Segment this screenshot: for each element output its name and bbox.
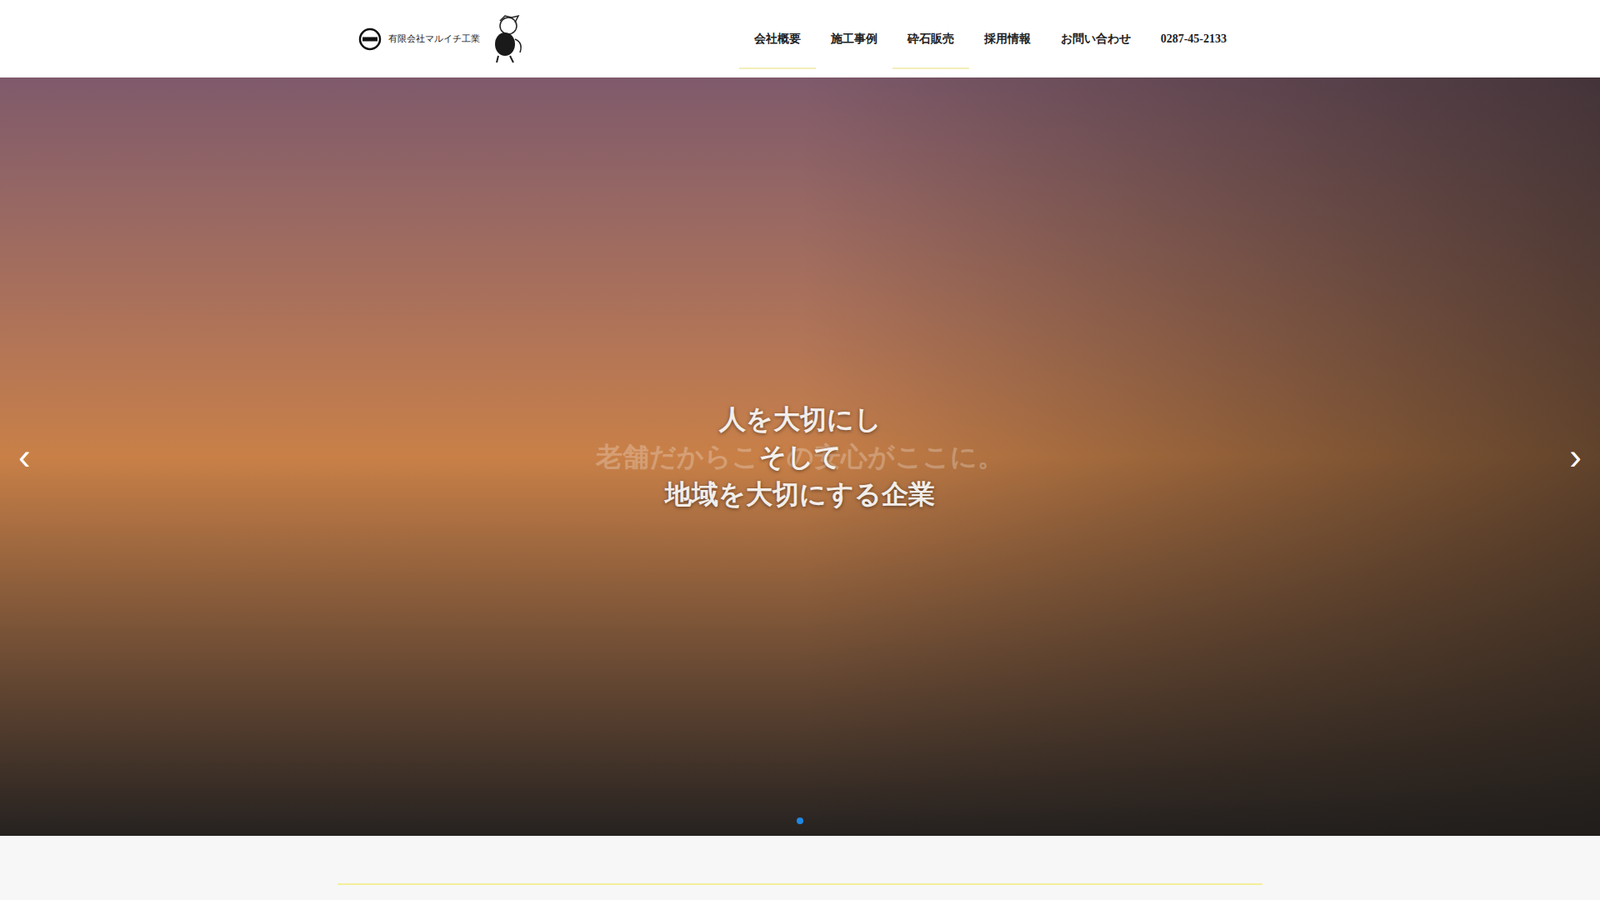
intro-section — [0, 835, 1600, 885]
hero-captions: 老舗だからこその安心がここに。人を大切にしそして地域を大切にする企業 — [0, 77, 1600, 836]
company-mark-icon — [358, 27, 382, 51]
nav-item[interactable]: 砕石販売 — [892, 10, 970, 70]
logo[interactable]: 有限会社マルイチ工業 — [358, 14, 527, 65]
nav-item[interactable]: お問い合わせ — [1045, 10, 1146, 70]
hero-slider: 老舗だからこその安心がここに。人を大切にしそして地域を大切にする企業‹ › — [0, 77, 1600, 836]
hero-line: そして — [759, 438, 842, 476]
site-header: 有限会社マルイチ工業 会社概要施工事例砕石販売採用情報お問い合わせ0287-45-… — [0, 0, 1600, 78]
page: 有限会社マルイチ工業 会社概要施工事例砕石販売採用情報お問い合わせ0287-45-… — [0, 0, 1600, 900]
hero-line: 人を大切にし — [719, 400, 882, 439]
prev-arrow[interactable]: ‹ — [11, 438, 38, 475]
hero-line: 地域を大切にする企業 — [665, 475, 935, 514]
mascot-icon — [486, 14, 527, 65]
nav-item[interactable]: 採用情報 — [969, 10, 1046, 70]
slider-dots — [0, 817, 1600, 825]
nav-item[interactable]: 0287-45-2133 — [1145, 10, 1242, 70]
slider-dot[interactable] — [796, 817, 804, 825]
logo-text: 有限会社マルイチ工業 — [388, 31, 480, 46]
nav-item[interactable]: 施工事例 — [815, 10, 893, 70]
divider-line — [337, 883, 1263, 885]
nav-item[interactable]: 会社概要 — [739, 10, 816, 70]
main-nav: 会社概要施工事例砕石販売採用情報お問い合わせ0287-45-2133 — [739, 0, 1242, 78]
next-arrow[interactable]: › — [1562, 438, 1589, 475]
